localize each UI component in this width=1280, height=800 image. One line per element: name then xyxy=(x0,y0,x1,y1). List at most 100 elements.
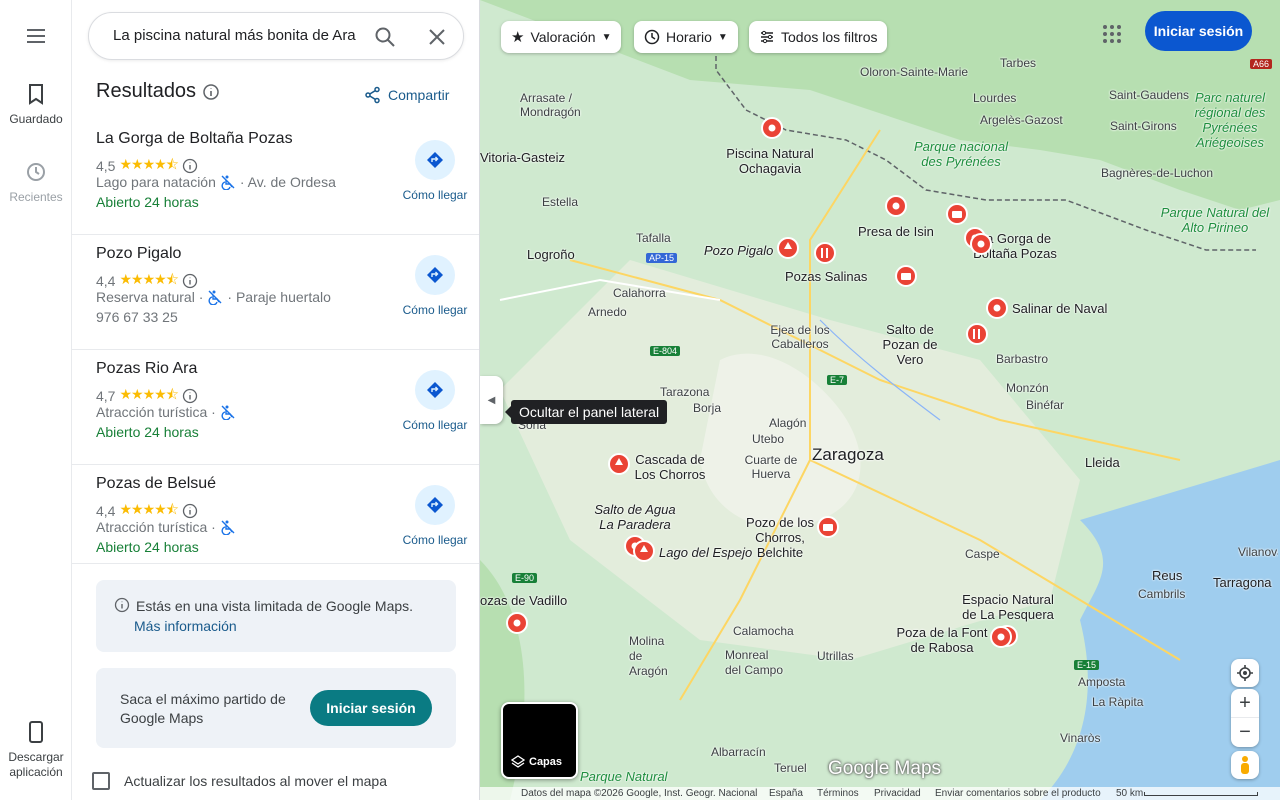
info-icon[interactable] xyxy=(202,83,220,101)
camera-pin-icon[interactable] xyxy=(895,265,917,287)
tree-pin-icon[interactable] xyxy=(777,237,799,259)
map-canvas[interactable]: Zaragoza Vitoria-Gasteiz Logroño Tarrago… xyxy=(480,0,1280,800)
rating-value: 4,4 xyxy=(96,273,116,289)
history-icon xyxy=(27,163,45,181)
signin-button[interactable]: Iniciar sesión xyxy=(310,690,432,726)
collapse-panel-button[interactable]: ◀ xyxy=(480,376,503,424)
tree-pin-icon[interactable] xyxy=(633,540,655,562)
feedback-link[interactable]: Enviar comentarios sobre el producto xyxy=(935,788,1101,799)
filter-hours-chip[interactable]: Horario ▼ xyxy=(634,21,738,53)
my-location-button[interactable] xyxy=(1231,659,1259,687)
rail-download[interactable]: Descargar aplicación xyxy=(0,720,72,780)
filter-rating-chip[interactable]: ★ Valoración ▼ xyxy=(501,21,622,53)
country-link[interactable]: España xyxy=(769,788,803,799)
signin-button-top[interactable]: Iniciar sesión xyxy=(1145,11,1252,51)
directions-button[interactable] xyxy=(415,485,455,525)
terms-link[interactable]: Términos xyxy=(817,788,859,799)
map-label-city[interactable]: Logroño xyxy=(527,247,575,262)
menu-icon[interactable] xyxy=(24,24,48,48)
search-input[interactable]: La piscina natural más bonita de Ara xyxy=(113,27,359,44)
result-name[interactable]: Pozo Pigalo xyxy=(96,245,181,263)
restaurant-pin-icon[interactable] xyxy=(814,242,836,264)
map-label-city[interactable]: Tarragona xyxy=(1213,575,1272,590)
poi-label[interactable]: Cascada de Los Chorros xyxy=(632,452,708,482)
map-pin-icon[interactable] xyxy=(761,117,783,139)
map-label-city[interactable]: Vitoria-Gasteiz xyxy=(480,150,565,165)
zoom-out-button[interactable]: − xyxy=(1231,718,1259,747)
map-label-town: Vilanova i la Geltrú xyxy=(1238,545,1278,559)
map-label-town: Oloron-Sainte-Marie xyxy=(860,65,969,79)
result-item[interactable]: Pozas Rio Ara 4,7 ★★★★⯪ Atracción turíst… xyxy=(72,350,479,465)
update-on-move[interactable]: Actualizar los resultados al mover el ma… xyxy=(92,772,387,790)
result-category: Atracción turística · xyxy=(96,404,216,420)
search-icon[interactable] xyxy=(373,25,397,54)
poi-label[interactable]: Pozo Pigalo xyxy=(704,243,773,258)
info-icon[interactable] xyxy=(182,388,198,404)
info-icon[interactable] xyxy=(182,158,198,174)
poi-label[interactable]: Piscina Natural Ochagavia xyxy=(722,146,818,176)
left-rail: Guardado Recientes Descargar aplicación xyxy=(0,0,72,800)
result-details: Atracción turística · xyxy=(96,404,236,420)
limited-view-text: Estás en una vista limitada de Google Ma… xyxy=(136,598,414,614)
zoom-control: + − xyxy=(1231,689,1259,747)
pegman-button[interactable] xyxy=(1231,751,1259,779)
map-pin-icon[interactable] xyxy=(885,195,907,217)
close-icon[interactable] xyxy=(425,25,449,54)
camera-pin-icon[interactable] xyxy=(817,516,839,538)
no-wheelchair-icon xyxy=(208,290,222,305)
rail-recent[interactable]: Recientes xyxy=(0,160,72,205)
directions-label[interactable]: Cómo llegar xyxy=(400,303,470,317)
privacy-link[interactable]: Privacidad xyxy=(874,788,921,799)
directions-label[interactable]: Cómo llegar xyxy=(400,533,470,547)
search-box[interactable]: La piscina natural más bonita de Ara xyxy=(88,12,464,60)
poi-label[interactable]: Salto de Pozan de Vero xyxy=(870,322,950,367)
result-address: · Paraje huertalo xyxy=(227,289,331,305)
result-details: Lago para natación · Av. de Ordesa xyxy=(96,174,336,190)
poi-label[interactable]: Presa de Isin xyxy=(858,224,934,239)
scale-label[interactable]: 50 km xyxy=(1116,788,1143,799)
result-item[interactable]: Pozas de Belsué 4,4 ★★★★⯪ Atracción turí… xyxy=(72,465,479,564)
star-icon: ★ xyxy=(511,29,525,46)
poi-label[interactable]: Salto de Agua La Paradera xyxy=(592,502,678,532)
more-info-link[interactable]: Más información xyxy=(134,618,237,634)
map-pin-icon[interactable] xyxy=(990,626,1012,648)
directions-label[interactable]: Cómo llegar xyxy=(400,188,470,202)
map-label-town: Alagón xyxy=(769,416,807,430)
result-item[interactable]: La Gorga de Boltaña Pozas 4,5 ★★★★⯪ Lago… xyxy=(72,120,479,235)
poi-label[interactable]: Salinar de Naval xyxy=(1012,301,1107,316)
directions-icon xyxy=(427,152,443,168)
poi-label[interactable]: ozas de Vadillo xyxy=(480,593,567,608)
info-icon[interactable] xyxy=(182,503,198,519)
poi-label[interactable]: Pozo de los Chorros, Belchite xyxy=(735,515,825,560)
map-label-park: Parque Natural del Alto Pirineo xyxy=(1160,205,1270,235)
map-pin-icon[interactable] xyxy=(970,233,992,255)
layers-button[interactable]: Capas xyxy=(501,702,578,779)
directions-button[interactable] xyxy=(415,140,455,180)
poi-label[interactable]: Poza de la Font de Rabosa xyxy=(896,625,988,655)
zoom-in-button[interactable]: + xyxy=(1231,689,1259,718)
poi-label[interactable]: Espacio Natural de La Pesquera xyxy=(958,592,1058,622)
result-item[interactable]: Pozo Pigalo 4,4 ★★★★⯪ Reserva natural · … xyxy=(72,235,479,350)
rail-saved[interactable]: Guardado xyxy=(0,82,72,126)
info-icon[interactable] xyxy=(182,273,198,289)
map-pin-icon[interactable] xyxy=(506,612,528,634)
map-pin-icon[interactable] xyxy=(986,297,1008,319)
camera-pin-icon[interactable] xyxy=(946,203,968,225)
result-name[interactable]: Pozas de Belsué xyxy=(96,475,216,493)
directions-label[interactable]: Cómo llegar xyxy=(400,418,470,432)
apps-grid-icon[interactable] xyxy=(1100,22,1124,46)
map-data-credit: Datos del mapa ©2026 Google, Inst. Geogr… xyxy=(521,788,758,799)
tree-pin-icon[interactable] xyxy=(608,453,630,475)
directions-button[interactable] xyxy=(415,370,455,410)
map-label-city[interactable]: Zaragoza xyxy=(812,445,884,465)
update-checkbox[interactable] xyxy=(92,772,110,790)
share-button[interactable]: Compartir xyxy=(364,86,449,104)
map-label-city[interactable]: Lleida xyxy=(1085,455,1120,470)
restaurant-pin-icon[interactable] xyxy=(966,323,988,345)
all-filters-chip[interactable]: Todos los filtros xyxy=(749,21,888,53)
poi-label[interactable]: Pozas Salinas xyxy=(785,269,867,284)
result-name[interactable]: La Gorga de Boltaña Pozas xyxy=(96,130,293,148)
result-name[interactable]: Pozas Rio Ara xyxy=(96,360,197,378)
directions-button[interactable] xyxy=(415,255,455,295)
collapse-tooltip: Ocultar el panel lateral xyxy=(504,400,668,424)
